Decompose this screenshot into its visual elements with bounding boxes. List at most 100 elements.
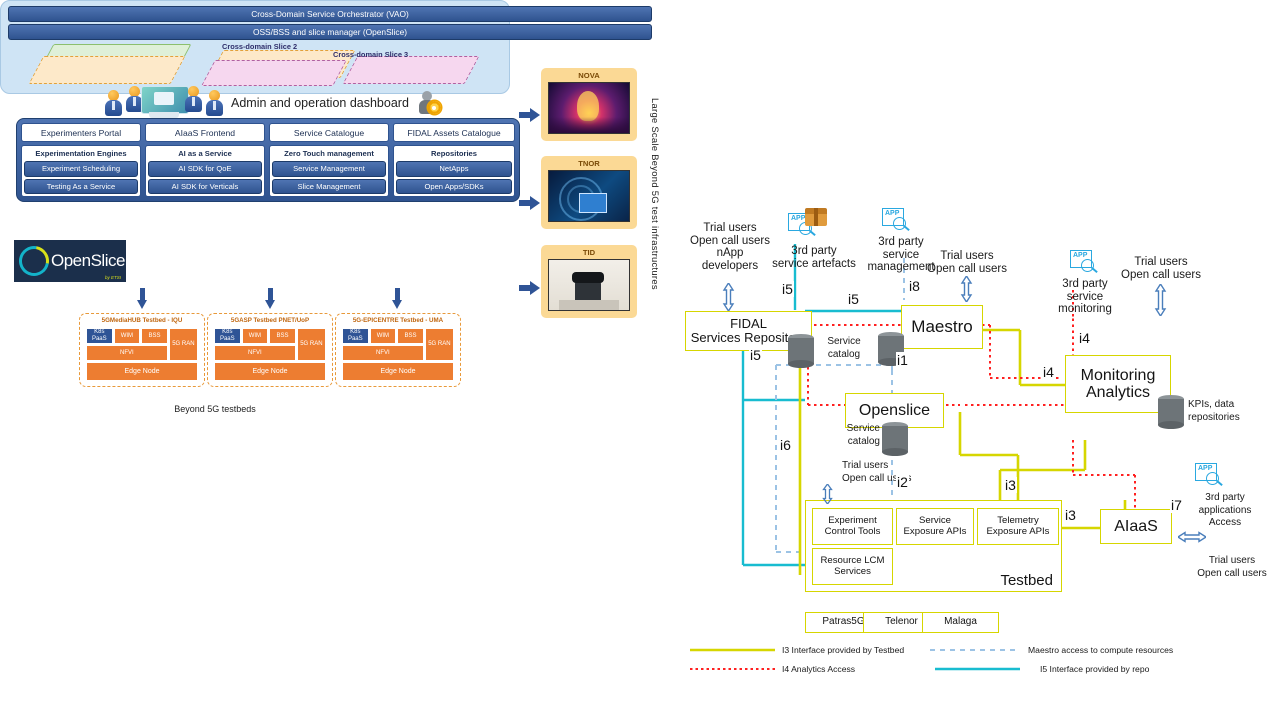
actor-line: 3rd party <box>878 236 924 248</box>
column-group: Experimentation Engines Experiment Sched… <box>21 145 141 197</box>
actor-line: developers <box>701 259 759 272</box>
testbed-cell: BSS <box>141 328 168 344</box>
testbed-cell: 5G RAN <box>424 328 454 362</box>
testbed-card: 5G-EPICENTRE Testbed - UMA K8s PaaS WIM … <box>335 313 461 387</box>
group-item[interactable]: NetApps <box>396 161 512 177</box>
group-item[interactable]: AI SDK for QoE <box>148 161 262 177</box>
infrastructure-card[interactable]: NOVA <box>541 68 637 141</box>
group-title: Zero Touch management <box>284 149 374 158</box>
user-icon <box>1210 524 1236 546</box>
box-label-line1: Telemetry <box>997 515 1039 527</box>
interface-label-i5: i5 <box>781 281 794 297</box>
testbed-cell: BSS <box>269 328 296 344</box>
kpis-line1: KPIs, data <box>1188 399 1235 410</box>
testbed-title: 5GMediaHUB Testbed - IQU <box>101 317 183 324</box>
testbed-cell: BSS <box>397 328 424 344</box>
kpis-line2: repositories <box>1188 411 1240 423</box>
column-header[interactable]: Experimenters Portal <box>21 123 141 142</box>
actor-label: Trial users Open call users <box>1102 256 1220 281</box>
box-label-line2: Control Tools <box>824 525 881 537</box>
column-header[interactable]: AIaaS Frontend <box>145 123 265 142</box>
group-item[interactable]: Open Apps/SDKs <box>396 178 512 194</box>
bidirectional-arrow-icon <box>960 276 973 302</box>
box-label-line1: FIDAL <box>730 315 767 331</box>
testbed-cell: Edge Node <box>86 362 198 381</box>
legend-item-i4: I4 Analytics Access <box>782 664 856 674</box>
user-icon <box>818 460 841 480</box>
slice-label: Cross-domain Slice 3 <box>333 50 409 59</box>
actor-line: Open call users <box>1197 567 1267 579</box>
user-icon <box>952 222 982 248</box>
openslice-ring-icon <box>13 240 55 282</box>
app-search-icon: APP <box>1195 463 1223 489</box>
infrastructure-card[interactable]: TID <box>541 245 637 318</box>
group-title: Experimentation Engines <box>35 149 127 158</box>
actor-line: service artefacts <box>772 257 856 270</box>
aiaas-box[interactable]: AIaaS <box>1100 509 1172 544</box>
kpis-label: KPIs, data repositories <box>1188 399 1270 424</box>
site-label: Patras5G <box>822 616 865 628</box>
service-exposure-apis-box[interactable]: Service Exposure APIs <box>896 508 974 545</box>
box-label-line2: Analytics <box>1085 384 1151 401</box>
testbed-cell: WIM <box>369 328 397 344</box>
infrastructure-name: NOVA <box>578 71 600 80</box>
testbed-site-box[interactable]: Malaga <box>922 612 999 633</box>
openslice-logo-text: OpenSlice <box>51 251 125 270</box>
infrastructure-thumbnail <box>548 170 630 222</box>
column-header[interactable]: FIDAL Assets Catalogue <box>393 123 515 142</box>
box-label-line1: Experiment <box>828 515 877 527</box>
group-item[interactable]: Service Management <box>272 161 386 177</box>
interface-label-i3: i3 <box>1064 507 1077 523</box>
actor-line: monitoring <box>1058 303 1112 315</box>
infrastructure-name: TNOR <box>578 159 600 168</box>
monitoring-analytics-box[interactable]: Monitoring Analytics <box>1065 355 1171 413</box>
right-arrow-icon <box>519 196 541 210</box>
testbed-cell: 5G RAN <box>168 328 198 362</box>
maestro-box[interactable]: Maestro <box>901 305 983 349</box>
actor-line: Trial users <box>703 222 757 234</box>
interface-label-i8: i8 <box>908 278 921 294</box>
actor-line: service <box>1066 290 1104 303</box>
experiment-control-tools-box[interactable]: Experiment Control Tools <box>812 508 893 545</box>
actor-line: Open call users <box>690 234 770 247</box>
database-icon <box>1158 395 1184 429</box>
column-header[interactable]: Service Catalogue <box>269 123 389 142</box>
monitor-icon <box>141 86 189 120</box>
resource-lcm-services-box[interactable]: Resource LCM Services <box>812 548 893 585</box>
column-group: AI as a Service AI SDK for QoE AI SDK fo… <box>145 145 265 197</box>
infrastructure-thumbnail <box>548 259 630 311</box>
interface-label-i2: i2 <box>896 474 909 490</box>
interface-label-i5: i5 <box>847 291 860 307</box>
box-label-line1: Resource LCM <box>820 555 885 567</box>
interface-label-i4: i4 <box>1078 330 1091 346</box>
group-item[interactable]: Slice Management <box>272 178 386 194</box>
testbed-cell: WIM <box>113 328 141 344</box>
services-layer: Experimenters Portal Experimentation Eng… <box>16 118 520 202</box>
testbed-card: 5GMediaHUB Testbed - IQU K8s PaaS WIM BS… <box>79 313 205 387</box>
testbed-title: 5GASP Testbed PNET/UoP <box>230 317 310 324</box>
openslice-bar[interactable]: OSS/BSS and slice manager (OpenSlice) <box>8 24 652 40</box>
group-item[interactable]: AI SDK for Verticals <box>148 178 262 194</box>
telemetry-exposure-apis-box[interactable]: Telemetry Exposure APIs <box>977 508 1059 545</box>
testbed-group-label: Testbed <box>1000 571 1053 589</box>
box-label-line2: Exposure APIs <box>986 525 1050 537</box>
group-item[interactable]: Testing As a Service <box>24 178 138 194</box>
user-icon <box>715 196 745 222</box>
architecture-overview-panel: Admin and operation dashboard Experiment… <box>0 0 661 430</box>
testbed-cell: Edge Node <box>214 362 326 381</box>
group-item[interactable]: Experiment Scheduling <box>24 161 138 177</box>
legend-item-i5: I5 Interface provided by repo <box>1040 664 1150 674</box>
actor-line: Trial users <box>1208 555 1256 566</box>
slice-plane-5 <box>342 56 480 84</box>
box-label: Maestro <box>911 316 973 336</box>
group-title: AI as a Service <box>178 149 232 158</box>
testbed-cell: Edge Node <box>342 362 454 381</box>
vao-bar[interactable]: Cross-Domain Service Orchestrator (VAO) <box>8 6 652 22</box>
interface-label-i7: i7 <box>1170 497 1183 513</box>
infrastructure-card[interactable]: TNOR <box>541 156 637 229</box>
site-label: Malaga <box>944 616 977 628</box>
legend-item-maestro-access: Maestro access to compute resources <box>1028 645 1174 655</box>
infrastructure-thumbnail <box>548 82 630 134</box>
bidirectional-arrow-icon <box>722 283 735 311</box>
user-icon <box>105 90 122 116</box>
